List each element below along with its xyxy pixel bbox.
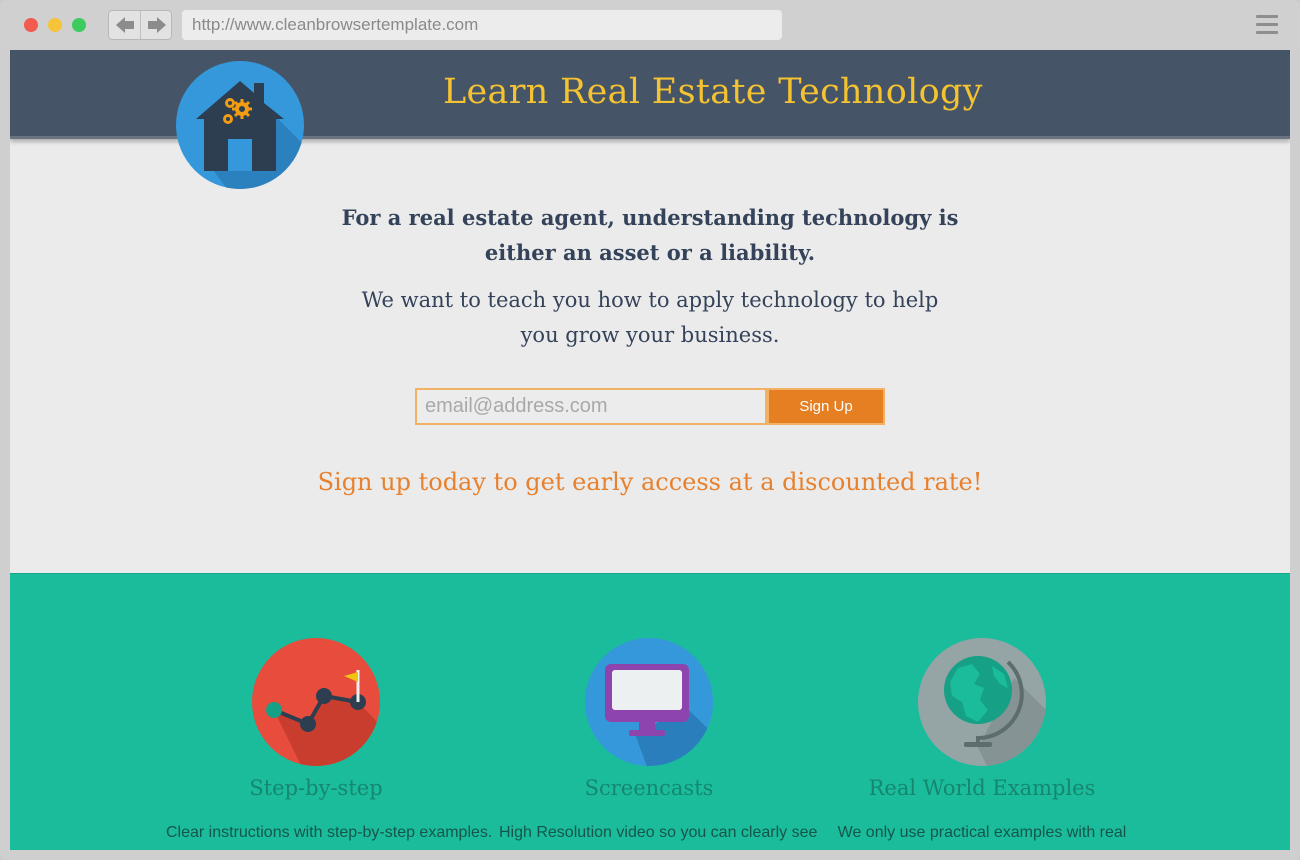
feature-title: Screencasts: [584, 776, 714, 800]
email-input[interactable]: [415, 388, 767, 425]
arrow-left-icon: [115, 17, 134, 33]
house-gears-icon: [176, 61, 304, 189]
hero-headline-line-2: either an asset or a liability.: [484, 240, 816, 265]
nav-buttons: [108, 10, 172, 40]
arrow-right-icon: [147, 17, 166, 33]
browser-window: http://www.cleanbrowsertemplate.com Lear…: [0, 0, 1300, 860]
signup-form: Sign Up: [415, 388, 885, 425]
close-window-button[interactable]: [24, 18, 38, 32]
monitor-icon: [585, 638, 713, 766]
chart-flag-icon: [252, 638, 380, 766]
hero-subheadline-line-1: We want to teach you how to apply techno…: [361, 288, 939, 312]
address-bar[interactable]: http://www.cleanbrowsertemplate.com: [182, 10, 782, 40]
feature-text: Clear instructions with step-by-step exa…: [166, 824, 493, 841]
features-section: Step-by-step Clear instructions with ste…: [10, 573, 1290, 850]
maximize-window-button[interactable]: [72, 18, 86, 32]
hamburger-menu-icon[interactable]: [1256, 15, 1278, 35]
globe-icon: [918, 638, 1046, 766]
feature-step-by-step: Step-by-step Clear instructions with ste…: [166, 638, 493, 842]
feature-text: We only use practical examples with real: [837, 824, 1127, 841]
feature-real-world-examples: Real World Examples We only use practica…: [832, 638, 1132, 842]
feature-text: High Resolution video so you can clearly…: [499, 824, 818, 841]
promo-text: Sign up today to get early access at a d…: [317, 468, 983, 496]
hero-subheadline: We want to teach you how to apply techno…: [250, 283, 1050, 353]
hero-subheadline-line-2: you grow your business.: [520, 323, 780, 347]
web-page: Learn Real Estate Technology For a real …: [10, 50, 1290, 850]
feature-screencasts: Screencasts High Resolution video so you…: [499, 638, 818, 842]
browser-toolbar: http://www.cleanbrowsertemplate.com: [0, 0, 1300, 50]
minimize-window-button[interactable]: [48, 18, 62, 32]
back-button[interactable]: [109, 11, 141, 39]
feature-title: Real World Examples: [868, 776, 1096, 800]
hero-headline: For a real estate agent, understanding t…: [250, 200, 1050, 270]
sign-up-button[interactable]: Sign Up: [767, 388, 885, 425]
forward-button[interactable]: [141, 11, 172, 39]
site-title: Learn Real Estate Technology: [443, 72, 983, 112]
hero-headline-line-1: For a real estate agent, understanding t…: [341, 205, 959, 230]
feature-title: Step-by-step: [249, 776, 383, 800]
